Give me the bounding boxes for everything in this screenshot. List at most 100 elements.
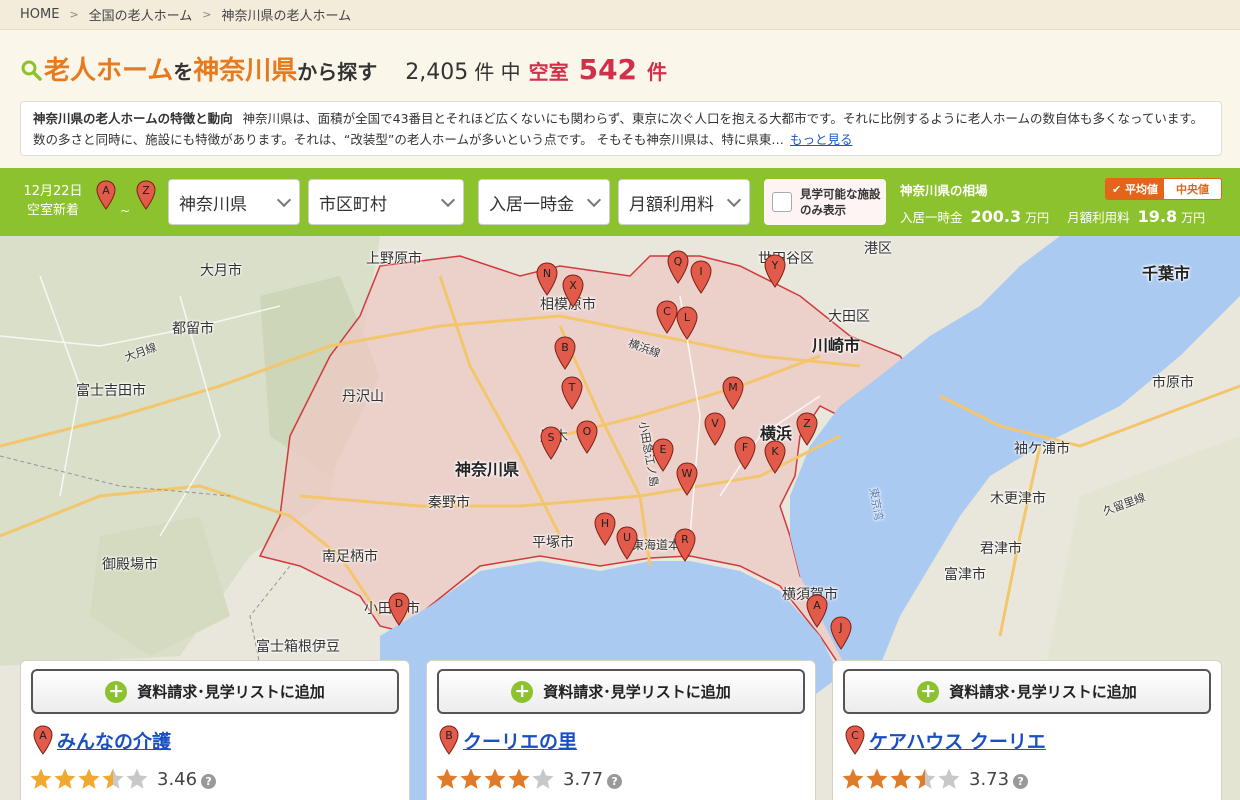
vacancy-unit: 件 <box>647 60 668 84</box>
chevron-right-icon: > <box>202 8 212 21</box>
facility-name-link[interactable]: ケアハウス クーリエ <box>869 727 1046 754</box>
map-marker-e[interactable]: E <box>652 438 674 472</box>
map-marker-m[interactable]: M <box>722 376 744 410</box>
map-marker-v[interactable]: V <box>704 412 726 446</box>
svg-text:A: A <box>39 729 47 742</box>
facility-name-link[interactable]: みんなの介護 <box>57 727 171 754</box>
star-icon <box>126 768 148 789</box>
star-icon <box>436 768 458 789</box>
vacancy-count: 542 <box>578 53 638 86</box>
chevron-down-icon <box>440 192 456 208</box>
map-label-kanagawa: 神奈川県 <box>455 460 520 479</box>
map-marker-u[interactable]: U <box>616 526 638 560</box>
svg-text:T: T <box>568 381 576 394</box>
total-count: 2,405 <box>405 60 469 85</box>
map-marker-j[interactable]: J <box>830 616 852 650</box>
map-marker-w[interactable]: W <box>676 462 698 496</box>
map-marker-i[interactable]: I <box>690 260 712 294</box>
market-monthly-value: 19.8 <box>1137 207 1178 226</box>
map-marker-l[interactable]: L <box>676 306 698 340</box>
chevron-down-icon <box>586 192 602 208</box>
chevron-down-icon <box>726 192 742 208</box>
breadcrumb-home[interactable]: HOME <box>20 7 59 22</box>
map-label-otsuki: 大月市 <box>200 263 242 279</box>
map-pin-icon: B <box>439 725 459 755</box>
map-label-kimitsu: 君津市 <box>980 541 1022 557</box>
filter-bar: 12月22日 空室新着 A ~ Z 神奈川県 市区町村 入居一時金 月額利用料 … <box>0 168 1240 236</box>
svg-text:J: J <box>838 621 842 634</box>
map-marker-k[interactable]: K <box>764 440 786 474</box>
new-vacancy-text: 空室新着 <box>26 203 79 218</box>
map-marker-h[interactable]: H <box>594 512 616 546</box>
facility-card: + 資料請求･見学リストに追加 A みんなの介護 3.46? <box>20 660 410 800</box>
add-to-list-button[interactable]: + 資料請求･見学リストに追加 <box>437 669 805 714</box>
star-rating <box>29 767 149 791</box>
help-icon[interactable]: ? <box>201 773 217 789</box>
add-to-list-button[interactable]: + 資料請求･見学リストに追加 <box>31 669 399 714</box>
map-marker-s[interactable]: S <box>540 426 562 460</box>
facility-rating: 3.73? <box>841 767 1029 791</box>
help-icon[interactable]: ? <box>607 773 623 789</box>
rating-value: 3.46 <box>157 768 198 790</box>
map-marker-y[interactable]: Y <box>764 254 786 288</box>
map-label-tsuru: 都留市 <box>172 321 214 337</box>
read-more-link[interactable]: もっと見る <box>790 132 853 147</box>
checkbox-icon[interactable] <box>772 192 792 212</box>
map-marker-f[interactable]: F <box>734 436 756 470</box>
star-icon <box>30 768 52 789</box>
map-label-chiba: 千葉市 <box>1142 264 1191 283</box>
visit-only-checkbox[interactable]: 見学可能な施設のみ表示 <box>764 179 886 225</box>
breadcrumb: HOME > 全国の老人ホーム > 神奈川県の老人ホーム <box>0 0 1240 30</box>
star-icon <box>484 768 506 789</box>
star-rating <box>435 767 555 791</box>
map-marker-x[interactable]: X <box>562 274 584 308</box>
map-label-futtsu: 富津市 <box>944 567 986 583</box>
star-icon <box>890 768 912 789</box>
facility-name-row: C ケアハウス クーリエ <box>845 725 1046 755</box>
map-label-hiratsuka: 平塚市 <box>532 535 574 551</box>
map-label-hadano: 秦野市 <box>428 495 470 511</box>
map-label-minato: 港区 <box>864 241 892 257</box>
map-marker-z[interactable]: Z <box>796 412 818 446</box>
title-keyword: 老人ホーム <box>44 56 174 86</box>
toggle-average[interactable]: ✔ 平均値 <box>1106 179 1165 199</box>
svg-text:N: N <box>543 267 551 280</box>
facility-name-row: A みんなの介護 <box>33 725 171 755</box>
city-select-value: 市区町村 <box>319 194 387 215</box>
help-icon[interactable]: ? <box>1013 773 1029 789</box>
map-marker-b[interactable]: B <box>554 336 576 370</box>
map-marker-a[interactable]: A <box>806 594 828 628</box>
map-marker-n[interactable]: N <box>536 262 558 296</box>
facility-name-link[interactable]: クーリエの里 <box>463 727 577 754</box>
breadcrumb-national[interactable]: 全国の老人ホーム <box>89 5 193 24</box>
city-select[interactable]: 市区町村 <box>308 179 464 225</box>
monthly-fee-select[interactable]: 月額利用料 <box>618 179 750 225</box>
star-icon <box>460 768 482 789</box>
facility-rating: 3.77? <box>435 767 623 791</box>
search-icon <box>21 60 42 81</box>
add-to-list-button[interactable]: + 資料請求･見学リストに追加 <box>843 669 1211 714</box>
map-marker-d[interactable]: D <box>388 592 410 626</box>
svg-text:I: I <box>699 265 702 278</box>
market-monthly-unit: 万円 <box>1181 211 1206 225</box>
svg-text:V: V <box>711 417 719 430</box>
market-monthly-label: 月額利用料 <box>1067 210 1130 225</box>
svg-text:B: B <box>561 341 569 354</box>
svg-text:R: R <box>681 533 689 546</box>
statistic-toggle[interactable]: ✔ 平均値 中央値 <box>1105 178 1223 200</box>
map-marker-t[interactable]: T <box>561 376 583 410</box>
page-title: 老人ホーム を 神奈川県 から探す 2,405 件 中 空室 542 件 <box>20 50 667 87</box>
map-marker-q[interactable]: Q <box>667 250 689 284</box>
map-marker-r[interactable]: R <box>674 528 696 562</box>
title-prefecture: 神奈川県 <box>193 56 298 86</box>
star-icon <box>102 768 124 789</box>
entry-fee-select[interactable]: 入居一時金 <box>478 179 610 225</box>
svg-text:K: K <box>771 445 779 458</box>
star-icon <box>866 768 888 789</box>
map-marker-o[interactable]: O <box>576 420 598 454</box>
toggle-median[interactable]: 中央値 <box>1164 179 1222 199</box>
prefecture-select[interactable]: 神奈川県 <box>168 179 300 225</box>
map-marker-c[interactable]: C <box>656 300 678 334</box>
facility-card: + 資料請求･見学リストに追加 B クーリエの里 3.77? <box>426 660 816 800</box>
svg-text:D: D <box>395 597 403 610</box>
